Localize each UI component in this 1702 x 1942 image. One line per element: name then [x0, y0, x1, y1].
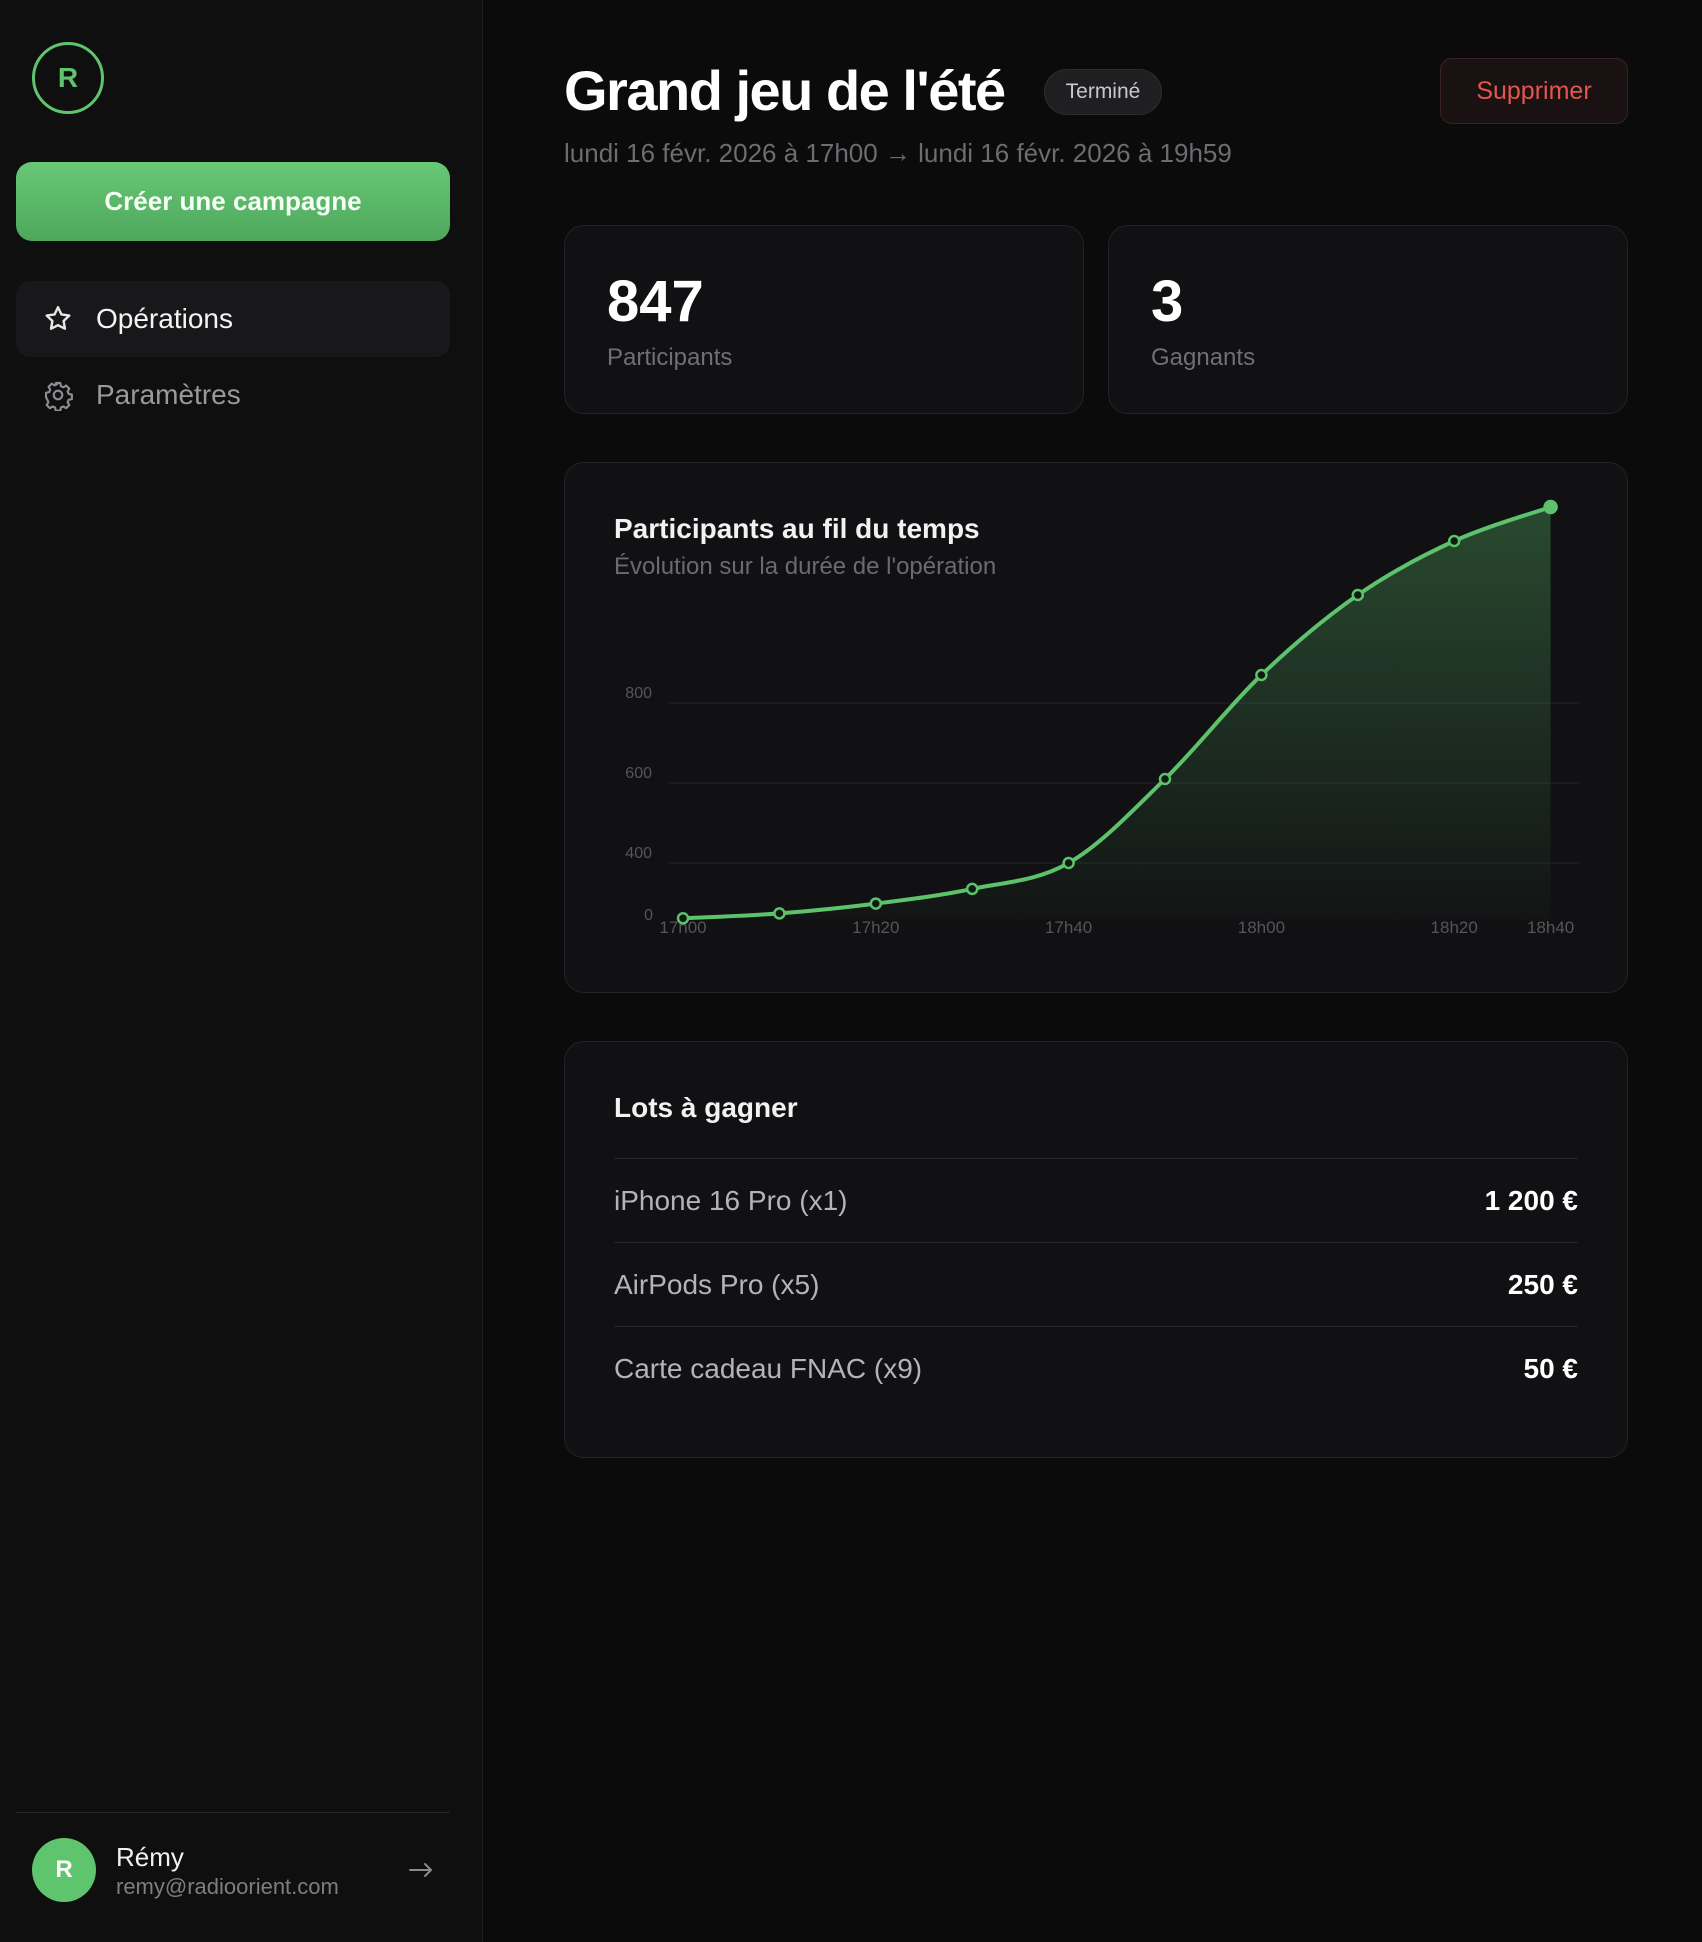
sidebar-item-label: Opérations [96, 303, 233, 334]
stat-card-participants: 847 Participants [564, 225, 1084, 414]
x-tick-label: 18h20 [1431, 918, 1478, 937]
prize-row: Carte cadeau FNAC (x9) 50 € [614, 1326, 1578, 1410]
chart-point [965, 882, 979, 896]
chart-point [1158, 772, 1172, 786]
prize-value: 250 € [1507, 1268, 1578, 1300]
y-tick-label: 400 [625, 845, 652, 862]
y-tick-label: 800 [625, 685, 652, 702]
date-range: lundi 16 févr. 2026 à 17h00 → lundi 16 f… [564, 138, 1232, 168]
prize-name: AirPods Pro (x5) [614, 1268, 820, 1300]
prizes-card: Lots à gagner iPhone 16 Pro (x1) 1 200 €… [564, 1041, 1628, 1458]
prize-row: AirPods Pro (x5) 250 € [614, 1242, 1578, 1326]
chart-point [676, 912, 690, 925]
sidebar-item-label: Paramètres [96, 379, 241, 410]
app-root: R Créer une campagne Opérations Paramètr… [0, 0, 1702, 1942]
delete-button[interactable]: Supprimer [1440, 58, 1628, 124]
stat-label: Participants [607, 344, 733, 371]
chart-card: Participants au fil du temps Évolution s… [564, 462, 1628, 993]
sidebar-divider [16, 1812, 450, 1813]
prizes-title: Lots à gagner [614, 1092, 798, 1123]
x-tick-label: 17h20 [852, 918, 899, 937]
y-tick-label: 600 [625, 765, 652, 782]
gear-icon [44, 381, 73, 411]
x-tick-label: 18h00 [1238, 918, 1285, 937]
logo[interactable]: R [32, 42, 104, 114]
chart-point [773, 907, 786, 920]
sidebar-item-operations[interactable]: Opérations [16, 281, 450, 357]
prize-value: 1 200 € [1484, 1184, 1578, 1216]
x-tick-label: 17h40 [1045, 918, 1092, 937]
prize-value: 50 € [1523, 1352, 1579, 1384]
chart-point [1255, 668, 1268, 682]
chart-point [869, 897, 883, 910]
logout-arrow-icon[interactable] [406, 1856, 436, 1884]
stat-value: 847 [607, 269, 704, 334]
x-tick-label: 18h40 [1527, 918, 1574, 937]
prize-name: Carte cadeau FNAC (x9) [614, 1352, 923, 1384]
page-title: Grand jeu de l'été [564, 59, 1006, 122]
status-badge: Terminé [1044, 69, 1162, 115]
chart-point [1351, 588, 1365, 602]
chart-point [1543, 499, 1558, 515]
create-campaign-button[interactable]: Créer une campagne [16, 162, 450, 241]
prize-name: iPhone 16 Pro (x1) [614, 1184, 848, 1216]
avatar[interactable]: R [32, 1838, 96, 1902]
stat-card-winners: 3 Gagnants [1108, 225, 1628, 414]
participants-chart: 040060080017h00 17h20 17h40 18h00 18h20 18h40 [625, 499, 1580, 937]
stat-label: Gagnants [1151, 344, 1256, 371]
prize-row: iPhone 16 Pro (x1) 1 200 € [614, 1158, 1578, 1242]
star-icon [45, 306, 71, 330]
chart-point [1447, 534, 1461, 548]
user-email: remy@radioorient.com [116, 1874, 339, 1899]
sidebar-item-settings[interactable]: Paramètres [16, 357, 450, 433]
y-tick-label: 0 [644, 907, 653, 924]
chart-area-fill [683, 507, 1551, 919]
stat-value: 3 [1151, 269, 1184, 334]
sidebar: R Créer une campagne Opérations Paramètr… [0, 0, 483, 1942]
user-name: Rémy [116, 1842, 184, 1872]
chart-point [1062, 856, 1075, 870]
